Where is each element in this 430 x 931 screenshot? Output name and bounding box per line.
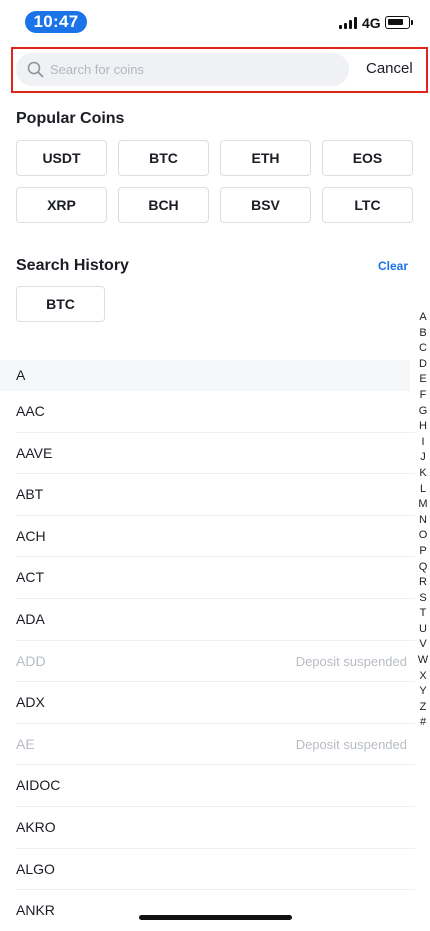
popular-coin-chip[interactable]: BSV [220, 187, 311, 223]
coin-list-item[interactable]: ADA [16, 599, 415, 641]
history-coin-chip[interactable]: BTC [16, 286, 105, 322]
index-letter[interactable]: O [416, 528, 430, 544]
index-letter[interactable]: W [416, 653, 430, 669]
popular-coin-chip[interactable]: BCH [118, 187, 209, 223]
index-letter[interactable]: Q [416, 560, 430, 576]
coin-list-item[interactable]: AAVE [16, 433, 415, 475]
index-letter[interactable]: X [416, 669, 430, 685]
popular-coin-chip[interactable]: XRP [16, 187, 107, 223]
coin-name: AKRO [16, 818, 56, 835]
index-letter[interactable]: E [416, 372, 430, 388]
popular-coin-chip[interactable]: LTC [322, 187, 413, 223]
search-icon [27, 61, 44, 78]
index-letter[interactable]: L [416, 482, 430, 498]
index-letter[interactable]: I [416, 435, 430, 451]
search-bar: Cancel [11, 47, 428, 93]
coin-list-item[interactable]: AAC [16, 391, 415, 433]
coin-name: ABT [16, 486, 44, 503]
popular-coins-title: Popular Coins [16, 110, 125, 127]
index-letter[interactable]: C [416, 341, 430, 357]
cancel-button[interactable]: Cancel [366, 60, 413, 77]
coin-name: ALGO [16, 860, 55, 877]
network-label: 4G [362, 15, 381, 31]
index-letter[interactable]: D [416, 357, 430, 373]
home-indicator [139, 915, 292, 920]
index-letter[interactable]: # [416, 715, 430, 731]
index-letter[interactable]: S [416, 591, 430, 607]
coin-list-item[interactable]: AKRO [16, 807, 415, 849]
coin-name: ACH [16, 527, 46, 544]
coin-list-item[interactable]: ADD Deposit suspended [16, 641, 415, 683]
coin-list-item[interactable]: ACH [16, 516, 415, 558]
coin-name: ADD [16, 652, 46, 669]
index-letter[interactable]: T [416, 606, 430, 622]
coin-list-item[interactable]: ALGO [16, 849, 415, 891]
search-input[interactable] [50, 53, 340, 86]
coin-list-item[interactable]: AE Deposit suspended [16, 724, 415, 766]
index-letter[interactable]: Z [416, 700, 430, 716]
coin-name: ADA [16, 610, 45, 627]
coin-list-item[interactable]: ACT [16, 557, 415, 599]
index-letter[interactable]: A [416, 310, 430, 326]
index-letter[interactable]: H [416, 419, 430, 435]
search-history-title: Search History [16, 257, 129, 274]
coin-list-item[interactable]: ABT [16, 474, 415, 516]
index-letter[interactable]: J [416, 450, 430, 466]
index-letter[interactable]: M [416, 497, 430, 513]
popular-coin-chip[interactable]: ETH [220, 140, 311, 176]
index-letter[interactable]: P [416, 544, 430, 560]
coin-status-label: Deposit suspended [295, 736, 407, 752]
coin-list-item[interactable]: ANKR [16, 890, 415, 931]
popular-coin-chip[interactable]: EOS [322, 140, 413, 176]
coin-list-item[interactable]: ADX [16, 682, 415, 724]
index-letter[interactable]: V [416, 637, 430, 653]
popular-coin-chip[interactable]: USDT [16, 140, 107, 176]
coin-list-item[interactable]: AIDOC [16, 765, 415, 807]
clear-history-button[interactable]: Clear [378, 259, 408, 273]
status-bar: 10:47 4G [0, 0, 430, 44]
index-letter[interactable]: F [416, 388, 430, 404]
coin-name: ADX [16, 694, 45, 711]
popular-coin-chip[interactable]: BTC [118, 140, 209, 176]
coin-name: ANKR [16, 902, 55, 919]
index-letter[interactable]: G [416, 404, 430, 420]
index-letter[interactable]: R [416, 575, 430, 591]
status-time: 10:47 [25, 11, 87, 33]
index-letter[interactable]: B [416, 326, 430, 342]
coin-name: AIDOC [16, 777, 61, 794]
coin-list: AAC AAVE ABT ACH ACT ADA ADD Deposit suspended A… [0, 391, 415, 931]
index-letter[interactable]: K [416, 466, 430, 482]
battery-icon [385, 16, 413, 29]
coin-status-label: Deposit suspended [295, 653, 407, 669]
coin-name: AAC [16, 403, 45, 419]
alphabet-index[interactable]: A B C D E F G H I J K L M N O P Q R S T U V W X Y Z # [416, 310, 430, 731]
search-box[interactable] [16, 53, 349, 86]
list-group-header: A [0, 360, 410, 391]
index-letter[interactable]: Y [416, 684, 430, 700]
coin-name: AE [16, 735, 35, 752]
signal-icon [339, 17, 358, 29]
coin-name: AAVE [16, 444, 53, 461]
index-letter[interactable]: N [416, 513, 430, 529]
coin-name: ACT [16, 569, 44, 586]
index-letter[interactable]: U [416, 622, 430, 638]
